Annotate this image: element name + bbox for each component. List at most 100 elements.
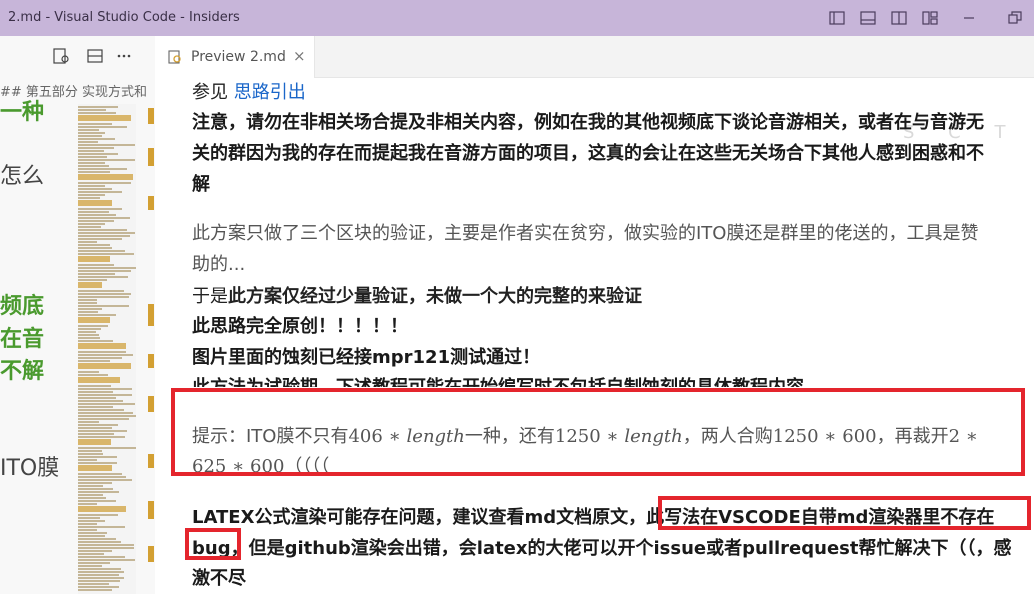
editor-toolbar — [0, 36, 155, 78]
minimap-line — [78, 447, 136, 449]
original-line: 此思路完全原创！！！！！ — [192, 316, 408, 337]
minimap-line — [78, 485, 103, 487]
customize-layout-icon[interactable] — [921, 9, 939, 27]
minimap-line — [78, 106, 118, 108]
minimap-line — [78, 165, 109, 167]
minimap-line — [78, 276, 128, 278]
minimap-line — [78, 439, 111, 445]
editor-line[interactable]: ITO膜 — [0, 450, 78, 482]
minimize-icon[interactable] — [960, 9, 978, 27]
close-icon[interactable]: × — [293, 47, 306, 65]
minimap-line — [78, 334, 99, 336]
scroll-marker — [148, 304, 154, 326]
minimap-line — [78, 357, 122, 359]
minimap-line — [78, 436, 125, 438]
more-actions-icon[interactable] — [115, 47, 133, 65]
minimap-line — [78, 200, 112, 206]
minimap-line — [78, 479, 132, 481]
restore-icon[interactable] — [1006, 9, 1024, 27]
layout-sidebar-right-icon[interactable] — [890, 9, 908, 27]
minimap-line — [78, 168, 127, 170]
verify-prefix: 于是 — [192, 286, 228, 307]
minimap-line — [78, 340, 113, 342]
minimap-line — [78, 337, 100, 339]
minimap-line — [78, 182, 131, 184]
minimap-line — [78, 235, 130, 237]
minimap-line — [78, 363, 131, 369]
open-preview-icon[interactable] — [52, 47, 70, 65]
tab-bar: Preview 2.md × — [155, 36, 1034, 78]
minimap-line — [78, 331, 96, 333]
minimap-line — [78, 308, 102, 310]
see-also-link[interactable]: 思路引出 — [234, 82, 306, 103]
minimap-line — [78, 374, 108, 376]
minimap-line — [78, 586, 119, 588]
layout-panel-icon[interactable] — [859, 9, 877, 27]
minimap-line — [78, 208, 122, 210]
editor-line[interactable]: 怎么 — [0, 158, 78, 190]
tab-preview[interactable]: Preview 2.md × — [155, 36, 315, 78]
minimap-line — [78, 194, 105, 196]
minimap-line — [78, 144, 135, 146]
minimap-line — [78, 544, 134, 546]
minimap-line — [78, 156, 107, 158]
minimap-line — [78, 241, 97, 243]
layout-sidebar-left-icon[interactable] — [828, 9, 846, 27]
minimap-line — [78, 385, 111, 387]
minimap-line — [78, 197, 100, 199]
minimap-line — [78, 299, 97, 301]
editor-pane: ## 第五部分 实现方式和 一种 怎么 频底 在音 不解 ITO膜 — [0, 36, 155, 594]
scroll-marker — [148, 108, 154, 124]
minimap-line — [78, 351, 126, 353]
verify-line: 于是此方案仅经过少量验证，未做一个大的完整的来验证 — [192, 282, 642, 308]
minimap-line — [78, 311, 98, 313]
minimap-line — [78, 400, 123, 402]
minimap-line — [78, 188, 112, 190]
minimap-line — [78, 583, 109, 585]
latex-text: LATEX公式渲染可能存在问题，建议查看md文档原文， — [192, 507, 647, 528]
minimap-line — [78, 473, 122, 475]
verify-bold: 此方案仅经过少量验证，未做一个大的完整的来验证 — [228, 286, 642, 307]
minimap-line — [78, 418, 129, 420]
minimap-line — [78, 282, 102, 288]
split-editor-icon[interactable] — [86, 47, 104, 65]
editor-line[interactable]: 频底 — [0, 288, 78, 320]
minimap-line — [78, 523, 97, 525]
minimap-line — [78, 296, 129, 298]
minimap-line — [78, 305, 129, 307]
minimap-line — [78, 409, 124, 411]
minimap-line — [78, 150, 104, 152]
minimap-line — [78, 250, 125, 252]
minimap-line — [78, 141, 98, 143]
highlight-box — [171, 388, 1025, 476]
see-also-prefix: 参见 — [192, 82, 234, 103]
editor-line[interactable]: 不解 — [0, 353, 78, 385]
minimap-line — [78, 427, 112, 429]
latex-line: 激不尽 — [192, 568, 246, 589]
editor-line[interactable]: 在音 — [0, 321, 78, 353]
minimap-line — [78, 494, 103, 496]
minimap-line — [78, 223, 105, 225]
notice-line: 注意，请勿在非相关场合提及非相关内容，例如在我的其他视频底下谈论音游相关，或者在… — [192, 112, 984, 133]
minimap-line — [78, 450, 102, 452]
minimap-line — [78, 147, 114, 149]
editor-line[interactable]: 一种 — [0, 94, 78, 126]
minimap-line — [78, 138, 115, 140]
minimap-line — [78, 526, 125, 528]
minimap-line — [78, 412, 133, 414]
minimap[interactable] — [78, 104, 136, 594]
minimap-line — [78, 397, 116, 399]
minimap-line — [78, 220, 114, 222]
scroll-marker — [148, 196, 154, 210]
minimap-line — [78, 325, 108, 327]
minimap-line — [78, 153, 118, 155]
minimap-line — [78, 553, 104, 555]
minimap-line — [78, 500, 116, 502]
minimap-line — [78, 547, 134, 549]
tested-line: 图片里面的蚀刻已经接mpr121测试通过！ — [192, 347, 541, 368]
title-bar: 2.md - Visual Studio Code - Insiders — [0, 0, 1034, 36]
highlight-box — [185, 528, 241, 560]
plan-line: 助的... — [192, 254, 246, 275]
minimap-line — [78, 238, 122, 240]
minimap-line — [78, 568, 121, 570]
